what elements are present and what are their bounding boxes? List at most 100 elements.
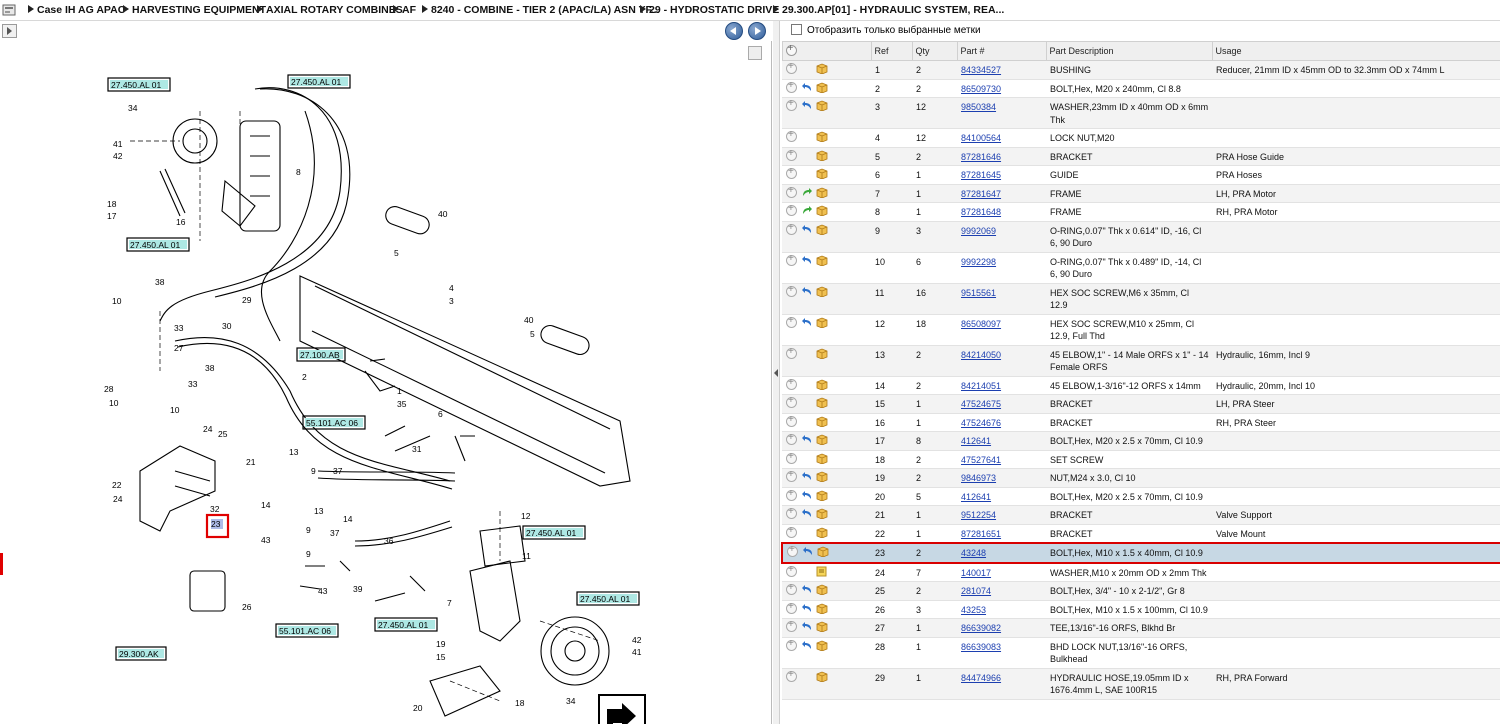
section-reference-link[interactable]: 27.450.AL 01	[126, 237, 190, 252]
diagram-callout[interactable]: 9	[306, 525, 311, 535]
part-number-link[interactable]: 9992069	[961, 226, 996, 236]
part-box-icon[interactable]	[816, 416, 828, 427]
parts-row[interactable]: 161 47524676 BRACKETRH, PRA Steer	[782, 413, 1500, 432]
diagram-callout[interactable]: 22	[112, 480, 122, 490]
diagram-callout[interactable]: 4	[449, 283, 454, 293]
diagram-callout[interactable]: 12	[521, 511, 531, 521]
diagram-callout[interactable]: 34	[128, 103, 138, 113]
add-to-cart-icon[interactable]	[786, 432, 797, 445]
add-to-cart-icon[interactable]	[786, 488, 797, 501]
diagram-callout[interactable]: 10	[112, 296, 122, 306]
section-reference-link[interactable]: 27.450.AL 01	[522, 525, 586, 540]
diagram-callout[interactable]: 14	[343, 514, 353, 524]
add-to-cart-icon[interactable]	[786, 98, 797, 111]
substitution-arrow-icon[interactable]	[801, 255, 813, 266]
part-box-icon[interactable]	[816, 671, 828, 682]
diagram-callout[interactable]: 20	[413, 703, 423, 713]
diagram-callout[interactable]: 24	[203, 424, 213, 434]
parts-row[interactable]: 281 86639083 BHD LOCK NUT,13/16"-16 ORFS, …	[782, 637, 1500, 669]
diagram-callout[interactable]: 10	[109, 398, 119, 408]
part-number-link[interactable]: 412641	[961, 492, 991, 502]
diagram-callout[interactable]: 5	[530, 329, 535, 339]
parts-row[interactable]: 1116 9515561 HEX SOC SCREW,M6 x 35mm, Cl 1…	[782, 283, 1500, 315]
column-header-part-number[interactable]: Part #	[956, 41, 1047, 61]
pane-splitter[interactable]	[773, 21, 780, 724]
parts-row[interactable]: 71 87281647 FRAMELH, PRA Motor	[782, 184, 1500, 203]
substitution-arrow-icon[interactable]	[802, 546, 814, 557]
add-to-cart-icon[interactable]	[786, 669, 797, 682]
substitution-arrow-icon[interactable]	[801, 82, 813, 93]
diagram-callout[interactable]: 27	[174, 343, 184, 353]
diagram-callout[interactable]: 14	[261, 500, 271, 510]
parts-row[interactable]: 205 412641 BOLT,Hex, M20 x 2.5 x 70mm, Cl …	[782, 487, 1500, 506]
diagram-callout[interactable]: 18	[515, 698, 525, 708]
parts-row[interactable]: 192 9846973 NUT,M24 x 3.0, Cl 10	[782, 468, 1500, 488]
part-box-icon[interactable]	[816, 187, 828, 198]
add-to-cart-icon[interactable]	[786, 315, 797, 328]
part-box-icon[interactable]	[816, 527, 828, 538]
substitution-arrow-icon[interactable]	[801, 603, 813, 614]
diagram-callout[interactable]: 36	[384, 536, 394, 546]
parts-row[interactable]: 142 84214051 45 ELBOW,1-3/16"-12 ORFS x 14…	[782, 376, 1500, 395]
diagram-callout[interactable]: 43	[261, 535, 271, 545]
part-box-icon[interactable]	[816, 100, 828, 111]
parts-row[interactable]: 211 9512254 BRACKETValve Support	[782, 505, 1500, 525]
part-number-link[interactable]: 86508097	[961, 319, 1001, 329]
diagram-callout[interactable]: 30	[222, 321, 232, 331]
add-to-cart-icon[interactable]	[786, 414, 797, 427]
substitution-arrow-icon[interactable]	[801, 508, 813, 519]
diagram-callout[interactable]: 40	[524, 315, 534, 325]
diagram-callout[interactable]: 33	[174, 323, 184, 333]
diagram-callout[interactable]: 39	[353, 584, 363, 594]
part-number-link[interactable]: 87281651	[961, 529, 1001, 539]
part-box-icon[interactable]	[816, 82, 828, 93]
diagram-callout[interactable]: 34	[566, 696, 576, 706]
part-box-icon[interactable]	[816, 603, 828, 614]
diagram-callout[interactable]: 2	[302, 372, 307, 382]
green-arrow-icon[interactable]	[801, 187, 813, 198]
diagram-callout[interactable]: 24	[113, 494, 123, 504]
add-to-cart-icon[interactable]	[786, 148, 797, 161]
add-to-cart-icon[interactable]	[786, 166, 797, 179]
add-to-cart-icon[interactable]	[787, 544, 798, 557]
add-to-cart-icon[interactable]	[786, 451, 797, 464]
diagram-callout[interactable]: 17	[107, 211, 117, 221]
part-number-link[interactable]: 9515561	[961, 288, 996, 298]
add-to-cart-icon[interactable]	[786, 284, 797, 297]
diagram-callout[interactable]: 37	[330, 528, 340, 538]
add-to-cart-icon[interactable]	[786, 638, 797, 651]
diagram-callout[interactable]: 16	[176, 217, 186, 227]
part-number-link[interactable]: 47524676	[961, 418, 1001, 428]
part-number-link[interactable]: 9846973	[961, 473, 996, 483]
parts-row[interactable]: 178 412641 BOLT,Hex, M20 x 2.5 x 70mm, Cl …	[782, 431, 1500, 451]
part-box-icon[interactable]	[816, 286, 828, 297]
part-number-link[interactable]: 87281646	[961, 152, 1001, 162]
diagram-callout[interactable]: 3	[449, 296, 454, 306]
diagram-callout[interactable]: 9	[306, 549, 311, 559]
part-number-link[interactable]: 84214050	[961, 350, 1001, 360]
part-box-icon[interactable]	[816, 205, 828, 216]
parts-row[interactable]: 61 87281645 GUIDEPRA Hoses	[782, 165, 1500, 185]
part-box-icon[interactable]	[816, 168, 828, 179]
part-number-link[interactable]: 140017	[961, 568, 991, 578]
part-box-icon[interactable]	[816, 150, 828, 161]
diagram-callout[interactable]: 8	[296, 167, 301, 177]
section-reference-link[interactable]: 27.450.AL 01	[374, 617, 438, 632]
diagram-callout[interactable]: 26	[242, 602, 252, 612]
add-to-cart-icon[interactable]	[786, 601, 797, 614]
parts-row[interactable]: 1218 86508097 HEX SOC SCREW,M10 x 25mm, Cl…	[782, 314, 1500, 346]
column-header-ref[interactable]: Ref	[870, 41, 913, 61]
diagram-callout[interactable]: 42	[113, 151, 123, 161]
show-selected-only-checkbox[interactable]	[791, 24, 802, 35]
part-box-icon[interactable]	[816, 348, 828, 359]
part-number-link[interactable]: 281074	[961, 586, 991, 596]
diagram-callout[interactable]: 21	[246, 457, 256, 467]
add-to-cart-icon[interactable]	[786, 377, 797, 390]
section-reference-link[interactable]: 27.100.AB	[296, 347, 346, 362]
breadcrumb-item[interactable]: 29 - HYDROSTATIC DRIVE	[640, 4, 779, 16]
part-number-link[interactable]: 87281647	[961, 189, 1001, 199]
add-to-cart-icon[interactable]	[786, 222, 797, 235]
diagram-callout[interactable]: 10	[170, 405, 180, 415]
section-reference-link[interactable]: 29.300.AK	[115, 646, 167, 661]
parts-row[interactable]: 151 47524675 BRACKETLH, PRA Steer	[782, 394, 1500, 414]
